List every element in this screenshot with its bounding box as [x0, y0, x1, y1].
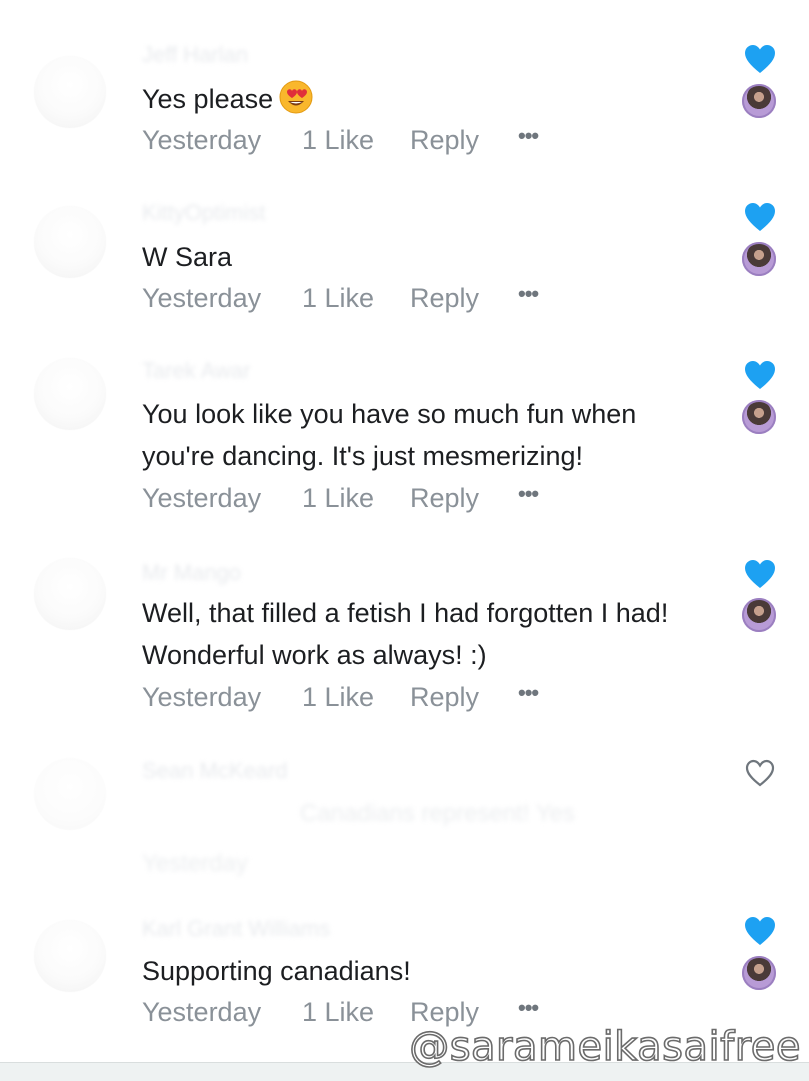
comment-text: Well, that filled a fetish I had forgott… [142, 598, 669, 670]
comment-text-content: Yes please [142, 84, 274, 114]
reply-button[interactable]: Reply [410, 483, 518, 514]
comment-text: Canadians represent! Yes [300, 800, 575, 827]
reply-button[interactable]: Reply [410, 283, 518, 314]
creator-liked-avatar [742, 84, 776, 118]
comment-actions: Yesterday 1 Like Reply ••• [142, 122, 539, 158]
more-options-icon[interactable]: ••• [518, 995, 539, 1021]
comment-actions: Yesterday 1 Like Reply ••• [142, 679, 539, 715]
comment-author[interactable]: Karl Grant Williams [142, 916, 330, 942]
comment-timestamp: Yesterday [142, 996, 262, 1027]
comment-author[interactable]: Sean McKeard [142, 758, 288, 784]
comment-actions: Yesterday 1 Like Reply ••• [142, 280, 539, 316]
creator-liked-avatar [742, 956, 776, 990]
comment-timestamp: Yesterday [142, 282, 262, 313]
avatar[interactable] [34, 206, 106, 278]
creator-liked-avatar [742, 242, 776, 276]
heart-eyes-emoji-icon [279, 80, 313, 126]
like-count[interactable]: 1 Like [302, 997, 410, 1028]
comment-text: W Sara [142, 242, 233, 272]
creator-liked-avatar [742, 598, 776, 632]
like-count[interactable]: 1 Like [302, 483, 410, 514]
like-count[interactable]: 1 Like [302, 283, 410, 314]
like-heart-filled-icon[interactable] [744, 916, 776, 946]
reply-button[interactable]: Reply [410, 125, 518, 156]
comment-timestamp: Yesterday [142, 482, 262, 513]
more-options-icon[interactable]: ••• [518, 123, 539, 149]
like-heart-filled-icon[interactable] [744, 202, 776, 232]
reply-button[interactable]: Reply [410, 682, 518, 713]
comment-text: Supporting canadians! [142, 956, 411, 986]
more-options-icon[interactable]: ••• [518, 281, 539, 307]
comment-author[interactable]: Jeff Harlan [142, 42, 248, 68]
comment-text: You look like you have so much fun when … [142, 399, 637, 471]
watermark: @sarameikasaifree [408, 1023, 801, 1071]
avatar[interactable] [34, 920, 106, 992]
comment-actions: Yesterday 1 Like Reply ••• [142, 480, 539, 516]
like-heart-filled-icon[interactable] [744, 559, 776, 589]
like-count[interactable]: 1 Like [302, 125, 410, 156]
comment-author[interactable]: Mr Mango [142, 560, 241, 586]
avatar[interactable] [34, 56, 106, 128]
comment-timestamp: Yesterday [142, 681, 262, 712]
comment-text: Yes please [142, 78, 722, 126]
creator-liked-avatar [742, 400, 776, 434]
more-options-icon[interactable]: ••• [518, 481, 539, 507]
avatar[interactable] [34, 358, 106, 430]
comment-author[interactable]: KittyOptimist [142, 200, 265, 226]
like-heart-outline-icon[interactable] [744, 758, 776, 788]
avatar[interactable] [34, 758, 106, 830]
comment-author[interactable]: Tarek Awar [142, 358, 250, 384]
like-heart-filled-icon[interactable] [744, 360, 776, 390]
comment-timestamp: Yesterday [142, 850, 248, 877]
avatar[interactable] [34, 558, 106, 630]
comment-timestamp: Yesterday [142, 124, 262, 155]
like-heart-filled-icon[interactable] [744, 44, 776, 74]
like-count[interactable]: 1 Like [302, 682, 410, 713]
more-options-icon[interactable]: ••• [518, 680, 539, 706]
reply-button[interactable]: Reply [410, 997, 518, 1028]
